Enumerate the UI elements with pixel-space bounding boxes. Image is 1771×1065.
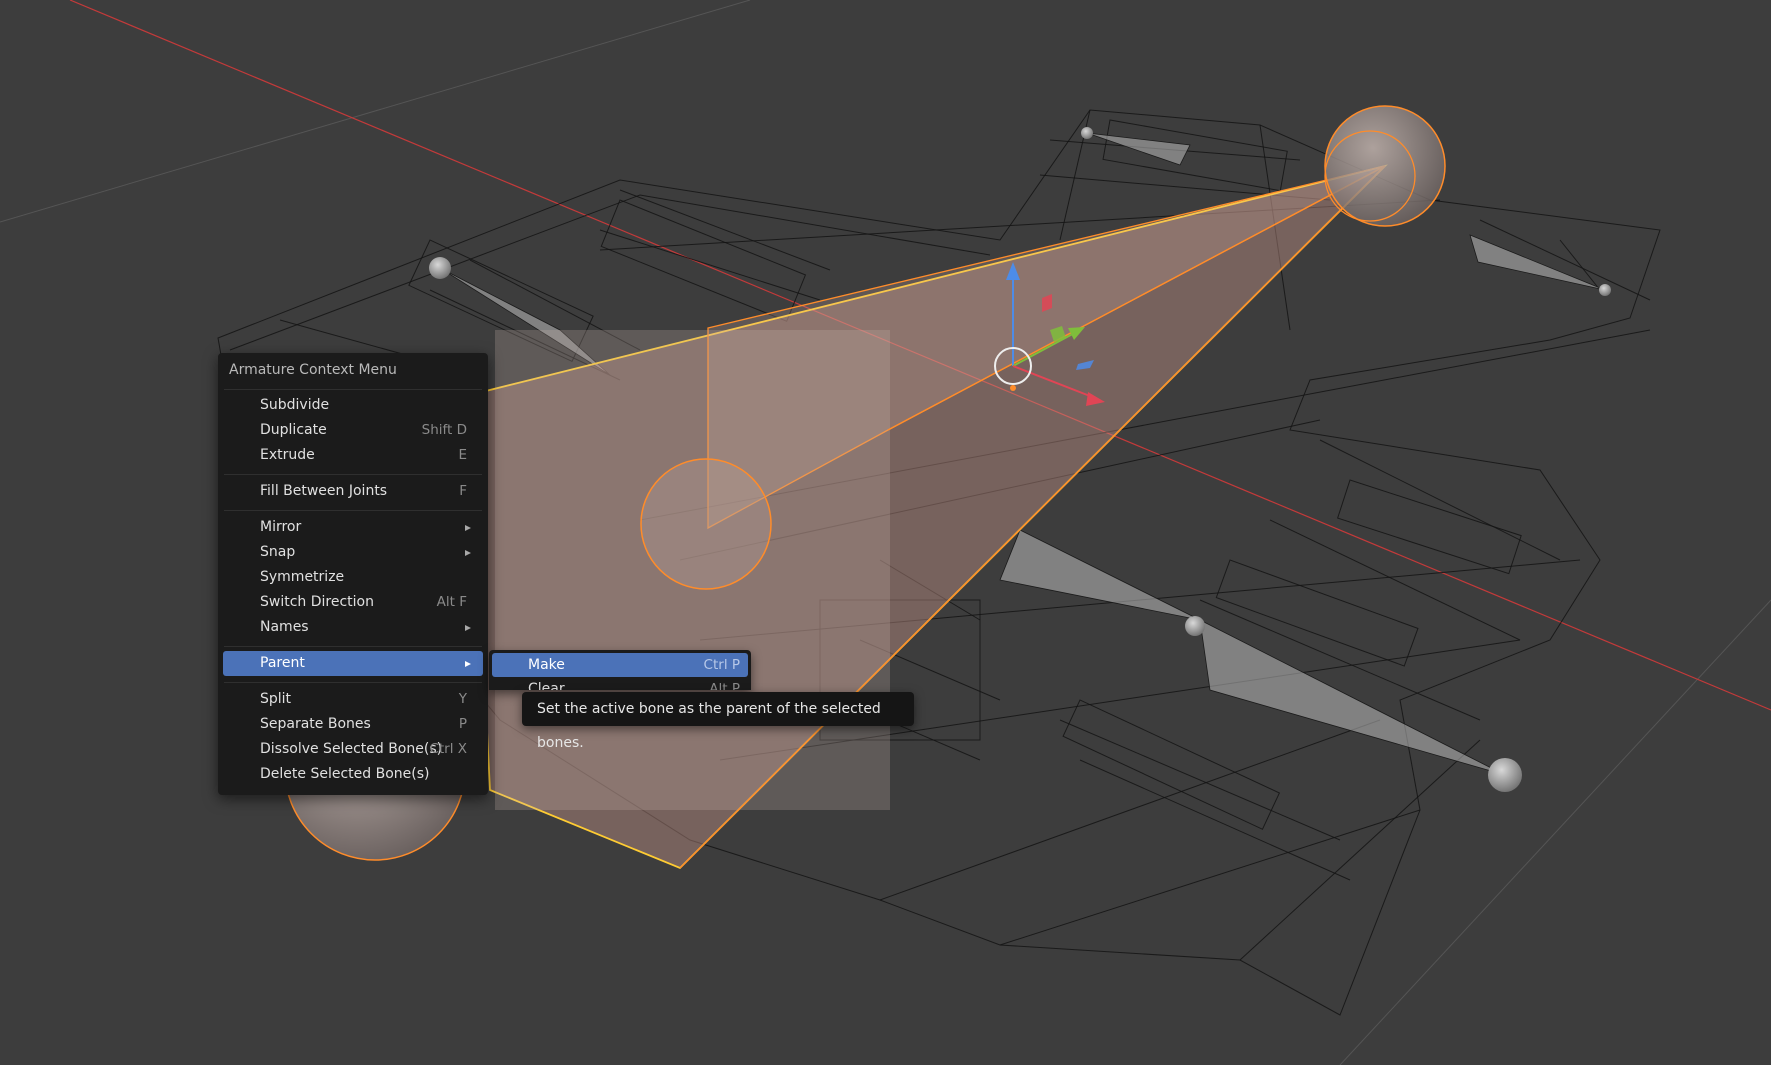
menu-item-label: Dissolve Selected Bone(s) bbox=[260, 741, 443, 757]
menu-item-shortcut: P bbox=[458, 716, 467, 732]
submenu-item-shortcut: Ctrl P bbox=[703, 657, 740, 673]
menu-item-label: Switch Direction bbox=[260, 594, 374, 610]
menu-item-shortcut: Shift D bbox=[421, 422, 467, 438]
submenu-arrow-icon bbox=[465, 550, 471, 556]
submenu-item-shortcut: Alt P bbox=[709, 681, 740, 690]
menu-item-fill-between-joints[interactable]: Fill Between Joints F bbox=[223, 479, 483, 504]
submenu-item-label: Make bbox=[528, 657, 565, 673]
menu-item-label: Names bbox=[260, 619, 309, 635]
menu-item-split[interactable]: Split Y bbox=[223, 687, 483, 712]
submenu-arrow-icon bbox=[465, 525, 471, 531]
menu-item-label: Symmetrize bbox=[260, 569, 345, 585]
menu-item-extrude[interactable]: Extrude E bbox=[223, 443, 483, 468]
joint-small bbox=[1185, 616, 1205, 636]
joint-selected-head bbox=[1324, 105, 1446, 227]
menu-item-label: Snap bbox=[260, 544, 296, 560]
menu-item-shortcut: Ctrl X bbox=[429, 741, 467, 757]
menu-separator bbox=[224, 474, 482, 475]
submenu-arrow-icon bbox=[465, 625, 471, 631]
menu-item-shortcut: Y bbox=[458, 691, 467, 707]
menu-item-separate-bones[interactable]: Separate Bones P bbox=[223, 712, 483, 737]
menu-item-label: Separate Bones bbox=[260, 716, 371, 732]
menu-item-duplicate[interactable]: Duplicate Shift D bbox=[223, 418, 483, 443]
tooltip: Set the active bone as the parent of the… bbox=[522, 692, 914, 751]
menu-item-dissolve-selected-bones[interactable]: Dissolve Selected Bone(s) Ctrl X bbox=[223, 737, 483, 762]
submenu-item-make[interactable]: Make Ctrl P bbox=[492, 653, 748, 677]
menu-item-subdivide[interactable]: Subdivide bbox=[223, 393, 483, 418]
menu-item-mirror[interactable]: Mirror bbox=[223, 515, 483, 540]
joint-selected-mid bbox=[640, 458, 772, 590]
menu-item-symmetrize[interactable]: Symmetrize bbox=[223, 565, 483, 590]
menu-item-label: Fill Between Joints bbox=[260, 483, 388, 499]
tooltip-text: Set the active bone as the parent of the… bbox=[537, 701, 881, 751]
menu-item-label: Split bbox=[260, 691, 292, 707]
menu-separator bbox=[224, 646, 482, 647]
joint-small bbox=[429, 257, 451, 279]
menu-item-label: Mirror bbox=[260, 519, 302, 535]
menu-item-shortcut: Alt F bbox=[436, 594, 467, 610]
submenu-item-clear[interactable]: Clear Alt P bbox=[492, 677, 748, 690]
joint-small bbox=[1599, 284, 1611, 296]
menu-item-label: Subdivide bbox=[260, 397, 330, 413]
menu-item-label: Duplicate bbox=[260, 422, 327, 438]
menu-item-label: Delete Selected Bone(s) bbox=[260, 766, 430, 782]
selected-bone bbox=[469, 164, 1388, 870]
menu-item-names[interactable]: Names bbox=[223, 615, 483, 640]
menu-item-switch-direction[interactable]: Switch Direction Alt F bbox=[223, 590, 483, 615]
joint-small bbox=[1488, 758, 1522, 792]
submenu-arrow-icon bbox=[465, 661, 471, 667]
menu-separator bbox=[224, 682, 482, 683]
menu-item-shortcut: E bbox=[458, 447, 467, 463]
submenu-item-label: Clear bbox=[528, 681, 565, 690]
menu-item-parent[interactable]: Parent bbox=[223, 651, 483, 676]
menu-item-label: Parent bbox=[260, 655, 305, 671]
joint-small bbox=[1081, 127, 1093, 139]
menu-item-label: Extrude bbox=[260, 447, 315, 463]
menu-item-snap[interactable]: Snap bbox=[223, 540, 483, 565]
menu-item-shortcut: F bbox=[459, 483, 467, 499]
armature-context-menu: Armature Context Menu Subdivide Duplicat… bbox=[218, 353, 488, 795]
menu-item-delete-selected-bones[interactable]: Delete Selected Bone(s) bbox=[223, 762, 483, 787]
menu-separator bbox=[224, 389, 482, 390]
menu-separator bbox=[224, 510, 482, 511]
menu-title: Armature Context Menu bbox=[229, 362, 397, 378]
parent-submenu: Make Ctrl P Clear Alt P bbox=[489, 650, 751, 690]
